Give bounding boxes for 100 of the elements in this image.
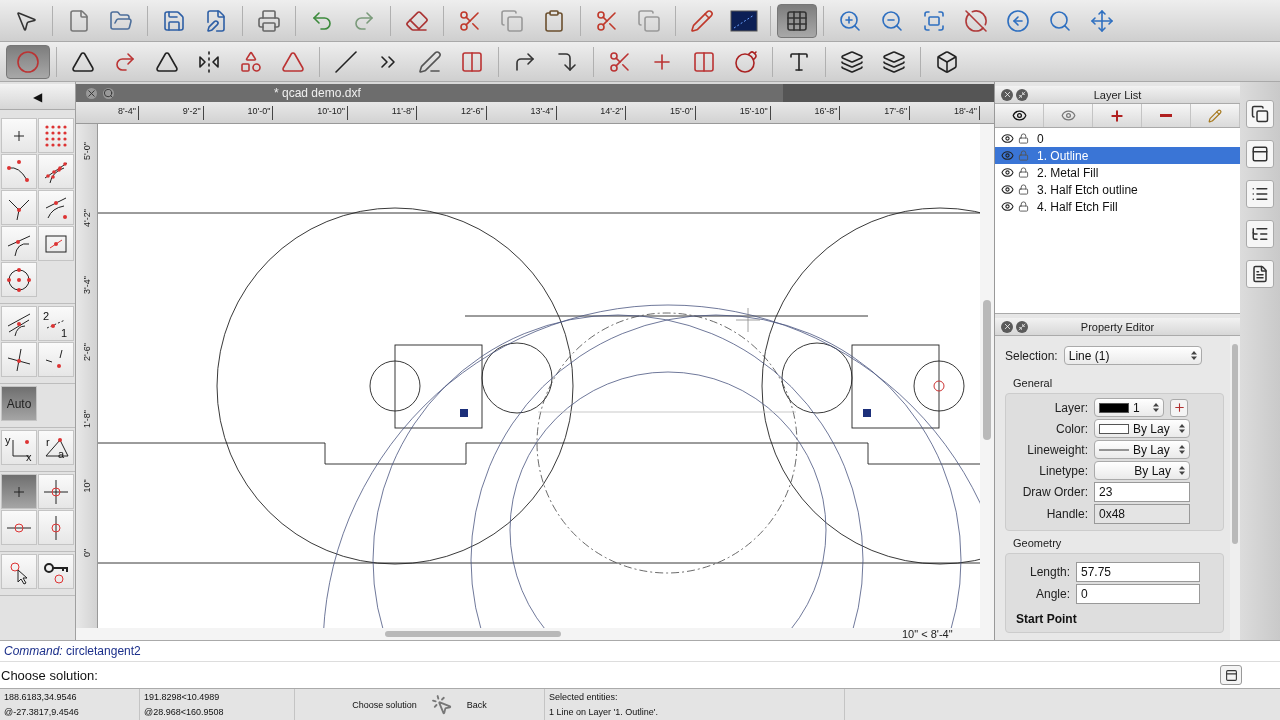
history-toggle-button[interactable]: [1220, 665, 1242, 685]
panel-title: Property Editor: [1079, 320, 1156, 333]
ruler-label: 10'-10": [317, 106, 349, 120]
cube-icon: [935, 49, 959, 74]
shapes-icon: [239, 49, 263, 74]
collapse-button[interactable]: ◀: [0, 84, 75, 110]
zoom-extents-icon: [922, 8, 946, 33]
command-prompt: Choose solution:: [0, 667, 98, 683]
ruler-label: 14'-2": [600, 106, 627, 120]
tool-button[interactable]: [1, 262, 37, 297]
zoom-window-icon: [1048, 8, 1072, 33]
stepper-icon: [1179, 424, 1185, 433]
columns-icon: [460, 49, 484, 74]
close-icon[interactable]: [86, 87, 97, 99]
lineweight-select[interactable]: By Lay: [1094, 440, 1190, 459]
tool-button[interactable]: [38, 554, 74, 589]
eye-icon: [1060, 108, 1076, 123]
ruler-label: 9'-2": [182, 106, 204, 120]
lock-icon[interactable]: [1018, 167, 1029, 178]
eye-icon[interactable]: [1001, 200, 1014, 213]
list-icon: [1251, 185, 1269, 203]
property-label: Selection:: [1005, 348, 1058, 363]
tool-button[interactable]: [1, 306, 37, 341]
linetype-select[interactable]: By Lay: [1094, 461, 1190, 480]
color-swatch: [1099, 423, 1129, 434]
tree-icon: [1251, 225, 1269, 243]
layer-row[interactable]: 4. Half Etch Fill: [995, 198, 1240, 215]
color-select[interactable]: By Lay: [1094, 419, 1190, 438]
scrollbar-thumb[interactable]: [385, 631, 561, 637]
search-icon[interactable]: [103, 87, 114, 99]
zoom-readout: 10" < 8'-4": [902, 628, 953, 640]
float-button[interactable]: [1016, 320, 1028, 333]
layer-name: 4. Half Etch Fill: [1037, 199, 1118, 214]
pen-line-icon: [418, 49, 442, 74]
lock-icon[interactable]: [1018, 184, 1029, 195]
drawing-panel-icon: [730, 9, 758, 32]
copy-icon: [500, 8, 524, 33]
dock-button[interactable]: [1246, 140, 1274, 168]
property-label: Handle:: [1045, 507, 1088, 521]
selection-select[interactable]: Line (1): [1063, 346, 1202, 365]
tool-button[interactable]: [38, 190, 74, 225]
ruler-label: 11'-8": [391, 106, 418, 120]
pencil-icon: [1208, 108, 1222, 123]
scrollbar-thumb[interactable]: [1232, 344, 1238, 544]
drawing-tab-title[interactable]: * qcad demo.dxf: [274, 86, 361, 100]
scissors-icon: [458, 8, 482, 33]
layer-row[interactable]: 3. Half Etch outline: [995, 181, 1240, 198]
property-field[interactable]: 57.75: [1076, 562, 1200, 582]
save-icon: [162, 8, 186, 33]
close-icon: [1002, 322, 1012, 331]
layer-select[interactable]: 1: [1094, 398, 1164, 417]
triangle-icon: [71, 49, 95, 74]
mirror-icon: [197, 49, 221, 74]
section-heading: Start Point: [1016, 612, 1078, 626]
scrollbar-thumb[interactable]: [983, 300, 991, 440]
mouse-hint: Back: [466, 699, 487, 710]
ruler-label: 13'-4": [530, 106, 557, 120]
clipboard-icon: [542, 8, 566, 33]
pencil-icon: [690, 8, 714, 33]
group-title: General: [1013, 377, 1054, 389]
eye-icon[interactable]: [1001, 183, 1014, 196]
add-button[interactable]: [1170, 398, 1188, 417]
tool-button[interactable]: 2 1: [38, 306, 74, 341]
property-field[interactable]: 23: [1094, 482, 1190, 502]
lock-icon[interactable]: [1018, 133, 1029, 144]
ruler-label: 0": [80, 547, 93, 559]
layer-row[interactable]: 0: [995, 130, 1240, 147]
dock-button[interactable]: [1246, 260, 1274, 288]
float-icon: [1018, 322, 1026, 331]
layers-icon: [882, 49, 906, 74]
printer-icon: [257, 8, 281, 33]
close-button[interactable]: [1001, 320, 1013, 333]
layer-row[interactable]: 2. Metal Fill: [995, 164, 1240, 181]
auto-button[interactable]: Auto: [1, 386, 37, 421]
ruler-label: 16'-8": [814, 106, 841, 120]
ruler-label: 18'-4": [953, 106, 980, 120]
plus-icon: [1109, 107, 1125, 124]
copy-icon: [1251, 105, 1269, 123]
tool-button[interactable]: r a: [38, 430, 74, 465]
break-icon: [692, 49, 716, 74]
stepper-icon: [1179, 445, 1185, 454]
property-field[interactable]: 0: [1076, 584, 1200, 604]
eye-icon[interactable]: [1001, 166, 1014, 179]
eye-icon[interactable]: [1001, 132, 1014, 145]
line-sample-icon: [1099, 447, 1129, 452]
dock-button[interactable]: [1246, 220, 1274, 248]
lock-icon[interactable]: [1018, 201, 1029, 212]
toolbar-button[interactable]: [777, 3, 817, 38]
tool-button[interactable]: y x: [1, 430, 37, 465]
line-icon: [334, 49, 358, 74]
crosshair-icon: [42, 477, 70, 506]
dock-button[interactable]: [1246, 100, 1274, 128]
triangle-icon: [281, 49, 305, 74]
float-button[interactable]: [1016, 88, 1028, 101]
dock-button[interactable]: [1246, 180, 1274, 208]
close-button[interactable]: [1001, 88, 1013, 101]
coordinate-text: 188.6183,34.9546: [4, 692, 77, 703]
ruler-label: 15'-10": [739, 106, 771, 120]
ruler-label: 17'-6": [884, 106, 911, 120]
selection-info: 1 Line on Layer '1. Outline'.: [549, 706, 658, 717]
